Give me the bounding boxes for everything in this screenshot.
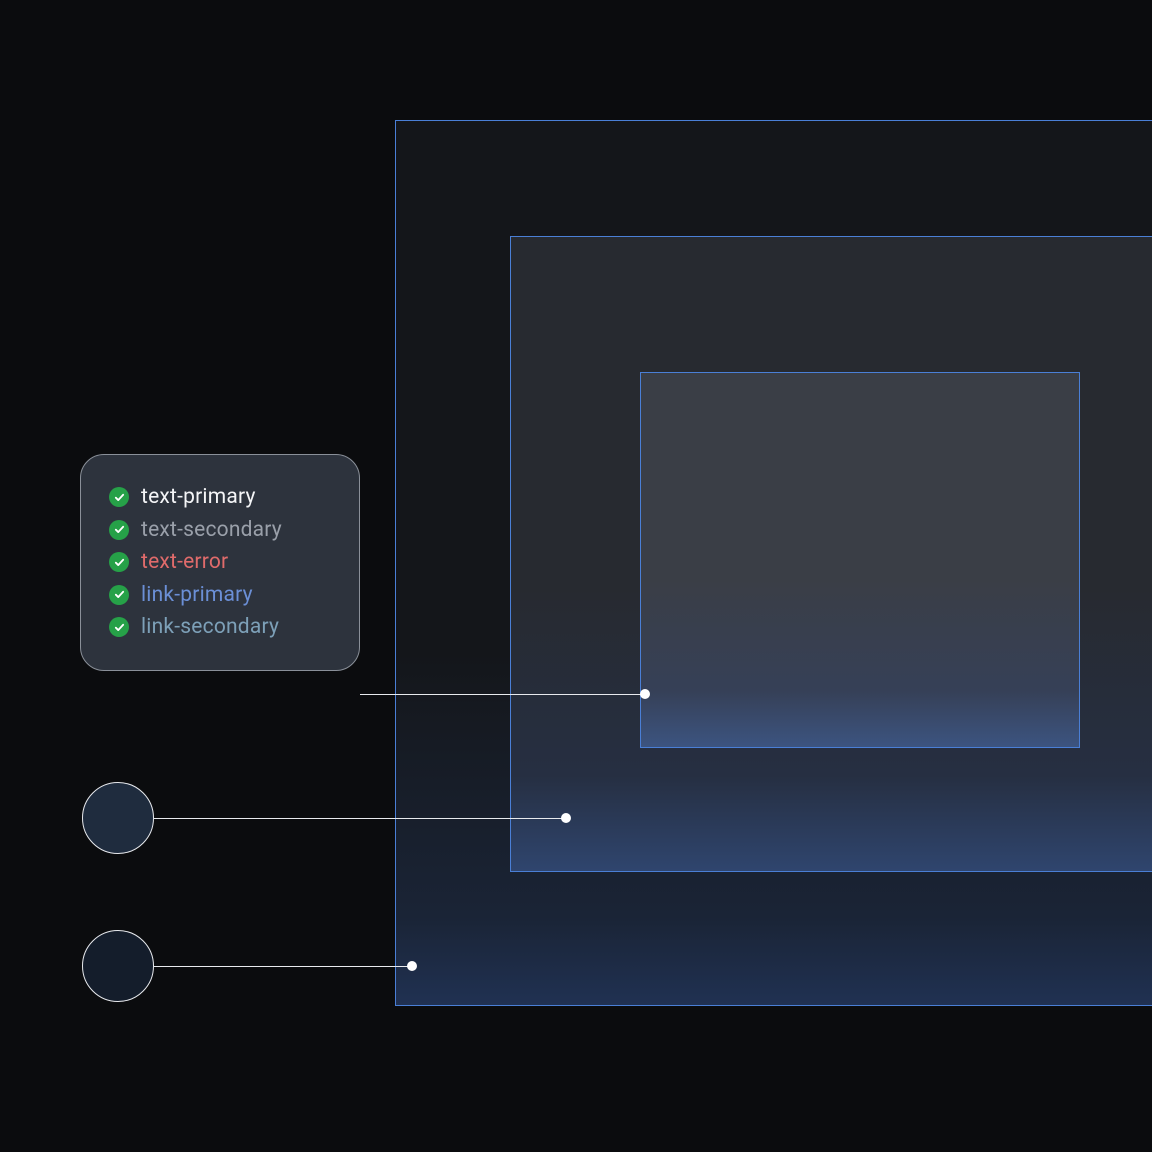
- layer-middle: [510, 236, 1152, 872]
- token-label: link-primary: [141, 579, 253, 612]
- connector-line: [154, 966, 412, 967]
- layer-inner: [640, 372, 1080, 748]
- token-row: text-primary: [109, 481, 331, 514]
- token-row: link-primary: [109, 579, 331, 612]
- token-label: text-error: [141, 546, 228, 579]
- color-swatch-middle: [82, 782, 154, 854]
- check-icon: [109, 487, 129, 507]
- check-icon: [109, 617, 129, 637]
- connector-dot: [561, 813, 571, 823]
- color-swatch-outer: [82, 930, 154, 1002]
- connector-line: [360, 694, 645, 695]
- token-card: text-primary text-secondary text-error l…: [80, 454, 360, 671]
- token-label: link-secondary: [141, 611, 279, 644]
- check-icon: [109, 520, 129, 540]
- check-icon: [109, 585, 129, 605]
- layer-outer: [395, 120, 1152, 1006]
- token-row: text-error: [109, 546, 331, 579]
- token-label: text-primary: [141, 481, 256, 514]
- token-row: text-secondary: [109, 514, 331, 547]
- connector-dot: [640, 689, 650, 699]
- check-icon: [109, 552, 129, 572]
- token-row: link-secondary: [109, 611, 331, 644]
- token-label: text-secondary: [141, 514, 282, 547]
- connector-dot: [407, 961, 417, 971]
- connector-line: [154, 818, 566, 819]
